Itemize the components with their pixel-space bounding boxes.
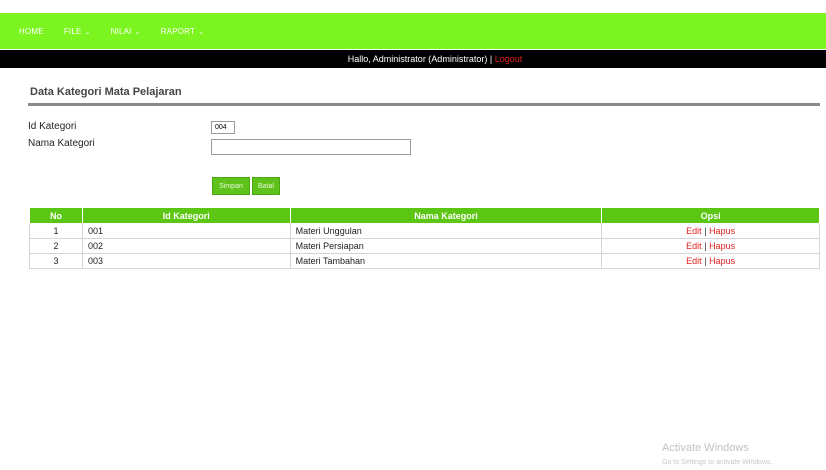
top-strip xyxy=(0,0,826,13)
table-header-row: No Id Kategori Nama Kategori Opsi xyxy=(29,207,820,224)
nav-item-home[interactable]: HOME xyxy=(19,27,44,36)
user-bar: Hallo, Administrator (Administrator) | L… xyxy=(0,50,826,68)
save-button[interactable]: Simpan xyxy=(212,177,250,195)
cell-no: 3 xyxy=(29,253,83,269)
cell-opsi: Edit | Hapus xyxy=(601,253,820,269)
cell-no: 1 xyxy=(29,223,83,239)
id-kategori-input[interactable] xyxy=(211,121,235,134)
cell-nama-kategori: Materi Persiapan xyxy=(289,238,603,254)
chevron-down-icon: ⌄ xyxy=(84,28,91,36)
table-row: 1 001 Materi Unggulan Edit | Hapus xyxy=(29,223,820,239)
nav-item-raport[interactable]: RAPORT ⌄ xyxy=(161,27,204,36)
cell-opsi: Edit | Hapus xyxy=(601,223,820,239)
chevron-down-icon: ⌄ xyxy=(198,28,205,36)
nav-item-label: NILAI xyxy=(110,26,132,36)
table-row: 2 002 Materi Persiapan Edit | Hapus xyxy=(29,238,820,254)
nav-item-label: HOME xyxy=(19,26,44,36)
action-separator: | xyxy=(704,241,707,251)
kategori-table: No Id Kategori Nama Kategori Opsi 1 001 … xyxy=(29,207,820,269)
nav-item-label: RAPORT xyxy=(160,26,196,36)
hapus-link[interactable]: Hapus xyxy=(709,241,735,251)
column-header-opsi: Opsi xyxy=(601,207,820,224)
cell-id-kategori: 003 xyxy=(81,253,291,269)
action-separator: | xyxy=(704,226,707,236)
action-separator: | xyxy=(704,256,707,266)
cell-no: 2 xyxy=(29,238,83,254)
chevron-down-icon: ⌄ xyxy=(134,28,141,36)
logout-link[interactable]: Logout xyxy=(495,54,523,64)
hapus-link[interactable]: Hapus xyxy=(709,226,735,236)
nama-kategori-input[interactable] xyxy=(211,139,411,155)
cell-id-kategori: 001 xyxy=(81,223,291,239)
activate-windows-subtitle: Go to Settings to activate Windows. xyxy=(662,459,773,466)
column-header-nama-kategori: Nama Kategori xyxy=(289,207,603,224)
page-title: Data Kategori Mata Pelajaran xyxy=(30,86,182,98)
top-navbar: HOME FILE ⌄ NILAI ⌄ RAPORT ⌄ xyxy=(0,13,826,49)
column-header-no: No xyxy=(29,207,83,224)
cell-nama-kategori: Materi Tambahan xyxy=(289,253,603,269)
cell-opsi: Edit | Hapus xyxy=(601,238,820,254)
table-row: 3 003 Materi Tambahan Edit | Hapus xyxy=(29,253,820,269)
id-kategori-label: Id Kategori xyxy=(28,121,77,132)
cell-id-kategori: 002 xyxy=(81,238,291,254)
hapus-link[interactable]: Hapus xyxy=(709,256,735,266)
edit-link[interactable]: Edit xyxy=(686,226,702,236)
title-divider xyxy=(28,103,820,106)
nav-item-nilai[interactable]: NILAI ⌄ xyxy=(111,27,141,36)
cancel-button[interactable]: Batal xyxy=(252,177,280,195)
cell-nama-kategori: Materi Unggulan xyxy=(289,223,603,239)
edit-link[interactable]: Edit xyxy=(686,256,702,266)
user-greeting: Hallo, Administrator (Administrator) | xyxy=(347,54,493,64)
column-header-id-kategori: Id Kategori xyxy=(81,207,291,224)
activate-windows-title: Activate Windows xyxy=(662,442,749,454)
edit-link[interactable]: Edit xyxy=(686,241,702,251)
nav-item-file[interactable]: FILE ⌄ xyxy=(64,27,91,36)
nav-item-label: FILE xyxy=(63,26,82,36)
nama-kategori-label: Nama Kategori xyxy=(28,138,95,149)
